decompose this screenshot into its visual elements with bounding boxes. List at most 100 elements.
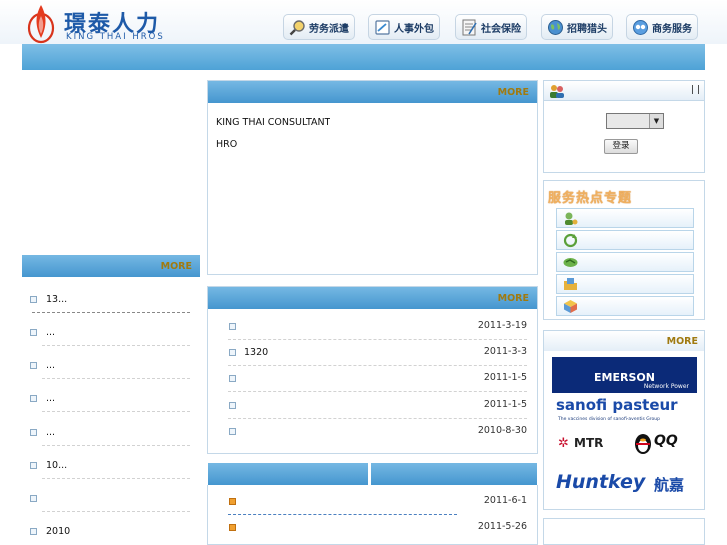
- left-list-item[interactable]: ...: [22, 353, 200, 379]
- tab-row[interactable]: 2011-5-26: [208, 515, 537, 541]
- bullet-icon: [30, 329, 37, 336]
- left-list-text: ...: [46, 427, 56, 438]
- news-row[interactable]: 2011-3-19: [208, 314, 537, 340]
- news-more-link[interactable]: MORE: [498, 293, 529, 304]
- nav-dispatch[interactable]: 劳务派遣: [283, 14, 355, 40]
- left-list-item[interactable]: ...: [22, 320, 200, 346]
- member-links[interactable]: | |: [691, 85, 700, 95]
- tab-row[interactable]: 2011-6-1: [208, 489, 537, 515]
- services-panel: 服务热点专题: [543, 180, 705, 320]
- news-row[interactable]: 1320 2011-3-3: [208, 340, 537, 366]
- divider: [228, 391, 527, 392]
- bullet-icon: [229, 402, 236, 409]
- left-list-text: ...: [46, 393, 56, 404]
- service-item[interactable]: [556, 252, 694, 272]
- bullet-icon: [30, 362, 37, 369]
- nav-recruit[interactable]: 招聘猎头: [541, 14, 613, 40]
- login-button[interactable]: 登录: [604, 139, 638, 154]
- bullet-icon: [30, 296, 37, 303]
- sanofi-logo[interactable]: sanofi pasteur The vaccines division of …: [552, 395, 697, 427]
- tab-item-date: 2011-5-26: [477, 521, 527, 532]
- bullet-icon: [229, 349, 236, 356]
- service-item[interactable]: [556, 274, 694, 294]
- news-row[interactable]: 2011-1-5: [208, 366, 537, 392]
- left-list-item[interactable]: ...: [22, 420, 200, 446]
- person-icon: [565, 212, 578, 225]
- left-list-item[interactable]: 10...: [22, 453, 200, 479]
- news-date: 2011-3-3: [483, 346, 527, 357]
- service-item[interactable]: [556, 230, 694, 250]
- huntkey-logo-text: Huntkey: [556, 471, 646, 493]
- news-row[interactable]: 2010-8-30: [208, 419, 537, 445]
- qq-logo-text: QQ: [654, 433, 678, 449]
- divider: [42, 411, 190, 412]
- nav-business[interactable]: 商务服务: [626, 14, 698, 40]
- divider: [42, 445, 190, 446]
- page: 璟泰人力 KING THAI HROS 劳务派遣 人事外包 社会保险 招聘猎头 …: [0, 0, 727, 545]
- nav-label: 人事外包: [394, 23, 434, 35]
- bullet-icon: [30, 462, 37, 469]
- qq-logo[interactable]: QQ: [632, 429, 692, 457]
- left-list-more-link[interactable]: MORE: [161, 261, 192, 272]
- mtr-symbol-icon: ✲: [558, 436, 569, 451]
- bullet-icon: [229, 498, 236, 505]
- tab-left[interactable]: [208, 463, 368, 485]
- partners-more-link[interactable]: MORE: [667, 336, 698, 347]
- bullet-icon: [30, 395, 37, 402]
- left-list-panel: MORE 13... ... ... ... ... 10... 2010: [22, 255, 200, 545]
- partners-panel: MORE EMERSON Network Power sanofi pasteu…: [543, 330, 705, 510]
- divider: [42, 511, 190, 512]
- bullet-icon: [30, 429, 37, 436]
- divider: [42, 345, 190, 346]
- huntkey-logo[interactable]: Huntkey 航嘉: [556, 469, 696, 501]
- news-date: 2011-1-5: [483, 372, 527, 383]
- mtr-logo[interactable]: ✲ MTR: [558, 431, 618, 455]
- service-item[interactable]: [556, 296, 694, 316]
- partners-header: MORE: [544, 331, 704, 351]
- bullet-icon: [30, 495, 37, 502]
- left-list-item[interactable]: 13...: [22, 287, 200, 313]
- nav-outsourcing[interactable]: 人事外包: [368, 14, 440, 40]
- nav-label: 商务服务: [652, 23, 692, 35]
- box-icon: [564, 300, 577, 313]
- brand-logo[interactable]: 璟泰人力 KING THAI HROS: [24, 2, 184, 44]
- tab-content: 2011-6-1 2011-5-26: [207, 485, 538, 545]
- bottom-right-panel: [543, 518, 705, 545]
- tab-right[interactable]: [371, 463, 537, 485]
- header: 璟泰人力 KING THAI HROS 劳务派遣 人事外包 社会保险 招聘猎头 …: [0, 0, 727, 44]
- news-row[interactable]: 2011-1-5: [208, 393, 537, 419]
- handshake-icon: [563, 258, 578, 267]
- magnifier-icon: [289, 19, 305, 35]
- news-header: MORE: [208, 287, 537, 309]
- penguin-icon: [635, 434, 651, 454]
- news-date: 2010-8-30: [477, 425, 527, 436]
- nav-label: 社会保险: [481, 23, 521, 35]
- globe-icon: [548, 19, 563, 35]
- form-icon: [462, 19, 477, 35]
- news-date: 2011-3-19: [477, 320, 527, 331]
- announcement-bar[interactable]: [22, 44, 705, 70]
- intro-line: KING THAI CONSULTANT: [216, 117, 331, 128]
- document-icon: [375, 19, 390, 35]
- nav-insurance[interactable]: 社会保险: [455, 14, 527, 40]
- sanofi-logo-sub: The vaccines division of sanofi-aventis …: [558, 417, 660, 422]
- intro-more-link[interactable]: MORE: [498, 87, 529, 98]
- divider: [42, 378, 190, 379]
- mtr-logo-text: MTR: [574, 436, 604, 450]
- left-list-item[interactable]: 2010: [22, 519, 200, 545]
- emerson-logo[interactable]: EMERSON Network Power: [552, 357, 697, 393]
- member-header: | |: [544, 81, 704, 101]
- news-panel: MORE 2011-3-19 1320 2011-3-3 2011-1-5 20…: [207, 286, 538, 454]
- services-title: 服务热点专题: [548, 191, 633, 206]
- flame-logo-icon: [27, 5, 55, 44]
- left-list-text: ...: [46, 360, 56, 371]
- left-list-item[interactable]: ...: [22, 386, 200, 412]
- bullet-icon: [229, 428, 236, 435]
- service-item[interactable]: [556, 208, 694, 228]
- nav-label: 劳务派遣: [309, 23, 349, 35]
- left-list-header: MORE: [22, 255, 200, 277]
- intro-header: MORE: [208, 81, 537, 103]
- left-list-item[interactable]: [22, 486, 200, 512]
- chevron-down-icon: ▼: [649, 114, 663, 128]
- user-type-select[interactable]: ▼: [606, 113, 664, 129]
